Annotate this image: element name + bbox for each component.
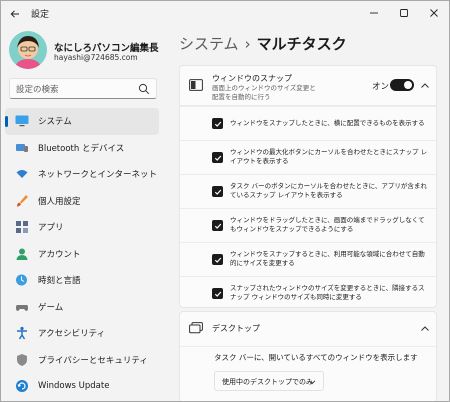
sidebar-nav: システム Bluetooth とデバイス ネットワークとインターネット 個人用設… bbox=[5, 108, 159, 400]
sidebar-item-time-language[interactable]: 時刻と言語 bbox=[5, 267, 159, 294]
snap-option-row[interactable]: ウィンドウをスナップするときに、利用可能な領域に合わせて自動的にサイズを変更する bbox=[180, 242, 436, 276]
snap-option-row[interactable]: スナップされたウィンドウのサイズを変更するときに、隣接するスナップ ウィンドウの… bbox=[180, 276, 436, 310]
checkmark-icon bbox=[214, 223, 221, 229]
snap-layout-icon bbox=[189, 79, 203, 91]
sidebar-item-label: Bluetooth とデバイス bbox=[38, 143, 125, 154]
sidebar-item-apps[interactable]: アプリ bbox=[5, 214, 159, 241]
chevron-up-icon[interactable] bbox=[420, 324, 430, 334]
sidebar-item-label: ゲーム bbox=[38, 302, 64, 313]
bluetooth-icon bbox=[15, 141, 29, 155]
snap-option-label: タスク バーのボタンにカーソルを合わせたときに、アプリが含まれているスナップ レ… bbox=[230, 182, 427, 199]
title-bar: 設定 bbox=[1, 1, 449, 27]
checkbox-checked[interactable] bbox=[212, 254, 223, 265]
wifi-icon bbox=[15, 167, 29, 181]
snap-windows-card: ウィンドウのスナップ 画面上のウィンドウのサイズ変更と配置を自動的に行う オン … bbox=[179, 65, 437, 308]
snap-option-row[interactable]: ウィンドウの最大化ボタンにカーソルを合わせたときにスナップ レイアウトを表示する bbox=[180, 140, 436, 174]
snap-option-row[interactable]: ウィンドウをドラッグしたときに、画面の端までドラッグしなくてもウィンドウをスナッ… bbox=[180, 208, 436, 242]
checkbox-checked[interactable] bbox=[212, 118, 223, 129]
shield-icon bbox=[15, 353, 29, 367]
sidebar-item-label: ネットワークとインターネット bbox=[38, 170, 158, 181]
checkbox-checked[interactable] bbox=[212, 186, 223, 197]
globe-clock-icon bbox=[15, 273, 29, 287]
snap-option-row[interactable]: タスク バーのボタンにカーソルを合わせたときに、アプリが含まれているスナップ レ… bbox=[180, 174, 436, 208]
user-profile[interactable]: なにしろパソコン編集長 hayashi@724685.com bbox=[9, 31, 169, 71]
sidebar-item-accessibility[interactable]: アクセシビリティ bbox=[5, 320, 159, 347]
gamepad-icon bbox=[15, 300, 29, 314]
snap-windows-header[interactable]: ウィンドウのスナップ 画面上のウィンドウのサイズ変更と配置を自動的に行う オン bbox=[180, 66, 436, 106]
sidebar-item-privacy[interactable]: プライバシーとセキュリティ bbox=[5, 347, 159, 374]
snap-option-label: ウィンドウをドラッグしたときに、画面の端までドラッグしなくてもウィンドウをスナッ… bbox=[230, 216, 425, 233]
accessibility-icon bbox=[15, 326, 29, 340]
toggle-state-label: オン bbox=[372, 82, 390, 92]
snap-option-row[interactable]: ウィンドウをスナップしたときに、横に配置できるものを表示する bbox=[180, 106, 436, 140]
maximize-button[interactable] bbox=[389, 1, 419, 25]
apps-icon bbox=[15, 220, 29, 234]
sidebar-item-label: 時刻と言語 bbox=[38, 276, 81, 287]
checkbox-checked[interactable] bbox=[212, 220, 223, 231]
sidebar-item-label: プライバシーとセキュリティ bbox=[38, 355, 148, 366]
taskbar-windows-label: タスク バーに、開いているすべてのウィンドウを表示します bbox=[214, 353, 418, 362]
window-controls bbox=[359, 1, 449, 25]
update-icon bbox=[15, 379, 29, 393]
chevron-down-icon bbox=[308, 380, 316, 385]
sidebar-item-personalization[interactable]: 個人用設定 bbox=[5, 188, 159, 215]
checkmark-icon bbox=[214, 155, 221, 161]
checkmark-icon bbox=[214, 291, 221, 297]
paintbrush-icon bbox=[15, 194, 29, 208]
virtual-desktops-icon bbox=[189, 322, 203, 334]
sidebar-item-system[interactable]: システム bbox=[5, 108, 159, 135]
breadcrumb: システム › マルチタスク bbox=[179, 33, 347, 54]
sidebar-item-label: システム bbox=[38, 117, 72, 128]
sidebar-item-label: アクセシビリティ bbox=[38, 329, 106, 340]
close-button[interactable] bbox=[419, 1, 449, 25]
sidebar-item-network[interactable]: ネットワークとインターネット bbox=[5, 161, 159, 188]
back-arrow-icon bbox=[10, 10, 19, 18]
search-input[interactable]: 設定の検索 bbox=[9, 78, 157, 99]
sidebar-item-label: Windows Update bbox=[38, 381, 110, 392]
snap-windows-description: 画面上のウィンドウのサイズ変更と配置を自動的に行う bbox=[212, 84, 316, 101]
back-button[interactable] bbox=[5, 4, 25, 24]
checkmark-icon bbox=[214, 121, 221, 127]
desktops-card: デスクトップ タスク バーに、開いているすべてのウィンドウを表示します 使用中の… bbox=[179, 311, 437, 401]
taskbar-windows-dropdown[interactable]: 使用中のデスクトップでのみ bbox=[214, 371, 324, 391]
desktops-header[interactable]: デスクトップ bbox=[180, 312, 436, 347]
toggle-knob bbox=[404, 81, 412, 89]
snap-option-label: ウィンドウの最大化ボタンにカーソルを合わせたときにスナップ レイアウトを表示する bbox=[230, 148, 428, 165]
sidebar-item-label: アカウント bbox=[38, 249, 81, 260]
avatar bbox=[9, 31, 47, 69]
checkmark-icon bbox=[214, 189, 221, 195]
close-icon bbox=[430, 9, 438, 17]
snap-windows-toggle[interactable] bbox=[390, 79, 414, 91]
settings-window: 設定 なにしろパソコン編集長 hayashi@724685.com 設定の検索 … bbox=[0, 0, 450, 402]
user-email: hayashi@724685.com bbox=[54, 53, 138, 62]
user-name: なにしろパソコン編集長 bbox=[54, 43, 159, 54]
snap-windows-title: ウィンドウのスナップ bbox=[212, 74, 292, 83]
app-title: 設定 bbox=[31, 10, 50, 20]
checkbox-checked[interactable] bbox=[212, 152, 223, 163]
checkbox-checked[interactable] bbox=[212, 288, 223, 299]
breadcrumb-separator: › bbox=[244, 35, 251, 53]
minimize-icon bbox=[370, 12, 378, 14]
search-icon bbox=[138, 83, 150, 95]
breadcrumb-parent[interactable]: システム bbox=[179, 35, 239, 53]
person-icon bbox=[15, 247, 29, 261]
snap-option-label: ウィンドウをスナップするときに、利用可能な領域に合わせて自動的にサイズを変更する bbox=[230, 250, 425, 267]
display-icon bbox=[15, 114, 29, 128]
sidebar-item-accounts[interactable]: アカウント bbox=[5, 241, 159, 268]
sidebar-item-label: アプリ bbox=[38, 223, 64, 234]
sidebar-item-windows-update[interactable]: Windows Update bbox=[5, 373, 159, 400]
snap-option-label: スナップされたウィンドウのサイズを変更するときに、隣接するスナップ ウィンドウの… bbox=[230, 284, 425, 301]
maximize-icon bbox=[400, 9, 408, 17]
sidebar-item-label: 個人用設定 bbox=[38, 196, 81, 207]
page-title: マルチタスク bbox=[256, 35, 347, 53]
sidebar-item-bluetooth[interactable]: Bluetooth とデバイス bbox=[5, 135, 159, 162]
desktops-title: デスクトップ bbox=[212, 324, 260, 333]
snap-option-label: ウィンドウをスナップしたときに、横に配置できるものを表示する bbox=[230, 119, 425, 127]
minimize-button[interactable] bbox=[359, 1, 389, 25]
search-placeholder: 設定の検索 bbox=[16, 85, 59, 95]
checkmark-icon bbox=[214, 257, 221, 263]
sidebar-item-gaming[interactable]: ゲーム bbox=[5, 294, 159, 321]
dropdown-selected-value: 使用中のデスクトップでのみ bbox=[222, 378, 313, 386]
chevron-up-icon[interactable] bbox=[420, 81, 430, 91]
